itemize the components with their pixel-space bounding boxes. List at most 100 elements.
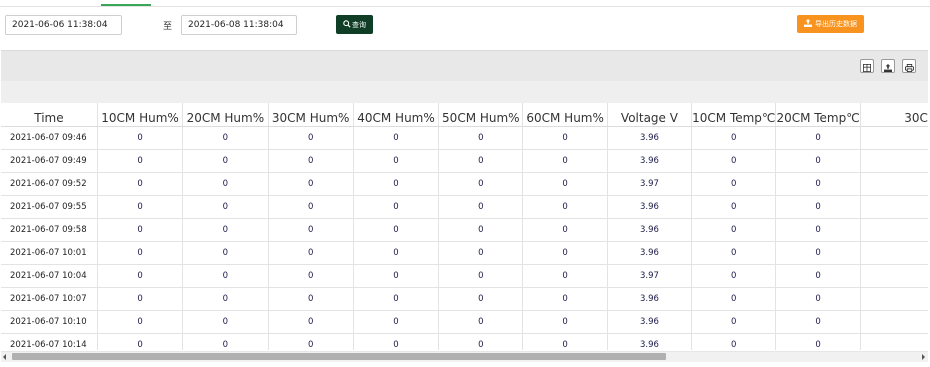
time-cell: 2021-06-07 10:01 [1, 241, 98, 265]
column-header[interactable]: 20CM Temp℃ [775, 103, 861, 127]
column-header[interactable]: 20CM Hum% [182, 103, 269, 127]
table-row: 2021-06-07 09:490000003.96000 [1, 149, 928, 173]
value-cell: 0 [96, 333, 183, 350]
value-cell: 0 [182, 310, 269, 334]
value-cell: 3.97 [606, 172, 692, 196]
query-button[interactable]: 查询 [336, 15, 373, 34]
value-cell: 0 [438, 126, 523, 150]
table-row: 2021-06-07 10:010000003.96000 [1, 241, 928, 265]
columns-toggle-button[interactable] [860, 59, 874, 73]
value-cell: 0 [691, 264, 776, 288]
value-cell: 0 [438, 149, 523, 173]
time-cell: 2021-06-07 10:04 [1, 264, 98, 288]
export-history-label: 导出历史数据 [815, 20, 857, 28]
value-cell: 0 [775, 264, 861, 288]
start-date-input[interactable] [5, 15, 122, 35]
print-icon [904, 57, 914, 76]
value-cell: 0 [438, 218, 523, 242]
value-cell: 0 [96, 287, 183, 311]
column-header[interactable]: Time [1, 103, 98, 127]
value-cell: 3.96 [606, 241, 692, 265]
horizontal-scrollbar[interactable] [1, 351, 928, 362]
value-cell: 0 [859, 126, 928, 150]
column-header[interactable]: 40CM Hum% [352, 103, 439, 127]
value-cell: 0 [775, 287, 861, 311]
value-cell: 0 [775, 310, 861, 334]
table-toolbar [1, 50, 928, 82]
value-cell: 0 [691, 333, 776, 350]
value-cell: 0 [859, 287, 928, 311]
value-cell: 0 [267, 126, 354, 150]
time-cell: 2021-06-07 09:55 [1, 195, 98, 219]
value-cell: 0 [182, 149, 269, 173]
value-cell: 0 [182, 287, 269, 311]
value-cell: 0 [691, 241, 776, 265]
export-icon [884, 57, 892, 76]
active-tab-indicator [101, 4, 151, 6]
end-date-input[interactable] [181, 15, 297, 35]
table-row: 2021-06-07 10:140000003.96000 [1, 333, 928, 350]
top-divider [0, 6, 930, 7]
column-header[interactable]: 30CM Hum% [267, 103, 354, 127]
column-header[interactable]: 50CM Hum% [438, 103, 523, 127]
value-cell: 0 [267, 264, 354, 288]
value-cell: 3.96 [606, 287, 692, 311]
value-cell: 0 [96, 126, 183, 150]
value-cell: 0 [267, 241, 354, 265]
table-row: 2021-06-07 09:520000003.97000 [1, 172, 928, 196]
history-table: Time 10CM Hum% 20CM Hum% 30CM Hum% 40CM Hum%… [1, 103, 928, 350]
value-cell: 0 [522, 195, 608, 219]
scroll-left-icon[interactable] [3, 354, 6, 360]
value-cell: 0 [438, 172, 523, 196]
value-cell: 0 [775, 333, 861, 350]
value-cell: 0 [438, 310, 523, 334]
value-cell: 0 [352, 218, 439, 242]
table-header-row: Time 10CM Hum% 20CM Hum% 30CM Hum% 40CM Hum%… [1, 103, 928, 127]
value-cell: 0 [267, 218, 354, 242]
value-cell: 3.96 [606, 333, 692, 350]
value-cell: 0 [438, 333, 523, 350]
value-cell: 0 [522, 264, 608, 288]
value-cell: 0 [182, 218, 269, 242]
columns-icon [863, 57, 871, 76]
value-cell: 0 [267, 287, 354, 311]
column-header[interactable]: 10CM Temp℃ [691, 103, 776, 127]
value-cell: 0 [775, 149, 861, 173]
value-cell: 0 [522, 149, 608, 173]
table-row: 2021-06-07 10:040000003.97000 [1, 264, 928, 288]
time-cell: 2021-06-07 10:10 [1, 310, 98, 334]
column-header[interactable]: Voltage V [606, 103, 692, 127]
export-history-button[interactable]: 导出历史数据 [797, 15, 864, 33]
search-icon [343, 19, 351, 30]
value-cell: 0 [182, 241, 269, 265]
value-cell: 0 [691, 195, 776, 219]
query-button-label: 查询 [352, 20, 366, 29]
scrollbar-thumb[interactable] [12, 353, 666, 360]
value-cell: 3.96 [606, 218, 692, 242]
value-cell: 0 [859, 195, 928, 219]
column-header[interactable]: 10CM Hum% [96, 103, 183, 127]
export-table-button[interactable] [881, 59, 895, 73]
print-button[interactable] [902, 59, 916, 73]
value-cell: 0 [352, 241, 439, 265]
value-cell: 0 [267, 310, 354, 334]
column-header[interactable]: 30CM Temp℃ [859, 103, 928, 127]
time-cell: 2021-06-07 10:07 [1, 287, 98, 311]
value-cell: 0 [775, 172, 861, 196]
value-cell: 0 [691, 310, 776, 334]
value-cell: 0 [438, 241, 523, 265]
export-icon [804, 19, 812, 29]
value-cell: 0 [352, 333, 439, 350]
scroll-right-icon[interactable] [922, 354, 925, 360]
value-cell: 0 [352, 126, 439, 150]
value-cell: 0 [182, 333, 269, 350]
value-cell: 0 [267, 149, 354, 173]
table-row: 2021-06-07 09:550000003.96000 [1, 195, 928, 219]
value-cell: 0 [522, 172, 608, 196]
value-cell: 0 [859, 333, 928, 350]
value-cell: 0 [352, 310, 439, 334]
table-row: 2021-06-07 10:070000003.96000 [1, 287, 928, 311]
value-cell: 0 [691, 172, 776, 196]
table-row: 2021-06-07 09:580000003.96000 [1, 218, 928, 242]
column-header[interactable]: 60CM Hum% [522, 103, 608, 127]
